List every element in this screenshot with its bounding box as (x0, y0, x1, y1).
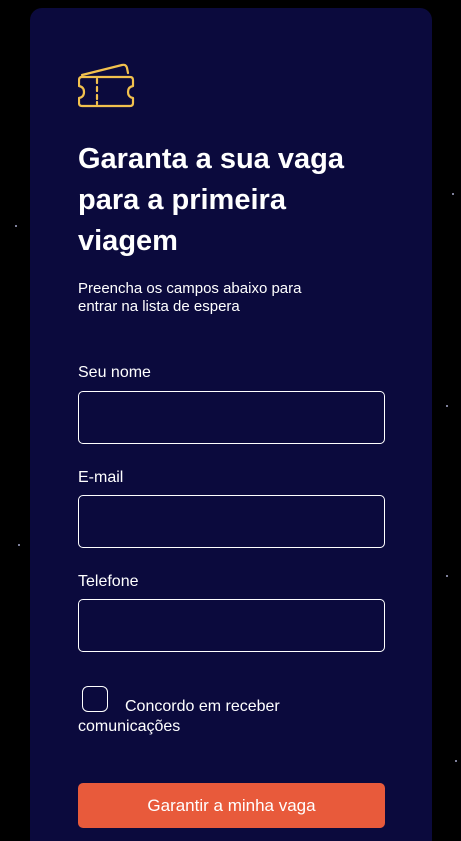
email-input[interactable] (78, 495, 385, 548)
name-label: Seu nome (78, 364, 151, 381)
phone-input[interactable] (78, 599, 385, 652)
page-subtitle: Preencha os campos abaixo para entrar na… (78, 280, 302, 315)
email-label: E-mail (78, 469, 124, 486)
ticket-icon (78, 63, 135, 108)
star-decoration (455, 760, 457, 762)
star-decoration (18, 544, 20, 546)
star-decoration (446, 405, 448, 407)
consent-label: Concordo em receber comunicações (78, 698, 280, 735)
submit-button[interactable]: Garantir a minha vaga (78, 783, 385, 828)
page-background: Garanta a sua vaga para a primeira viage… (0, 0, 461, 841)
star-decoration (452, 193, 454, 195)
consent-checkbox[interactable] (82, 686, 108, 712)
name-input[interactable] (78, 391, 385, 444)
page-title: Garanta a sua vaga para a primeira viage… (78, 143, 344, 257)
phone-label: Telefone (78, 573, 139, 590)
star-decoration (446, 575, 448, 577)
star-decoration (15, 225, 17, 227)
